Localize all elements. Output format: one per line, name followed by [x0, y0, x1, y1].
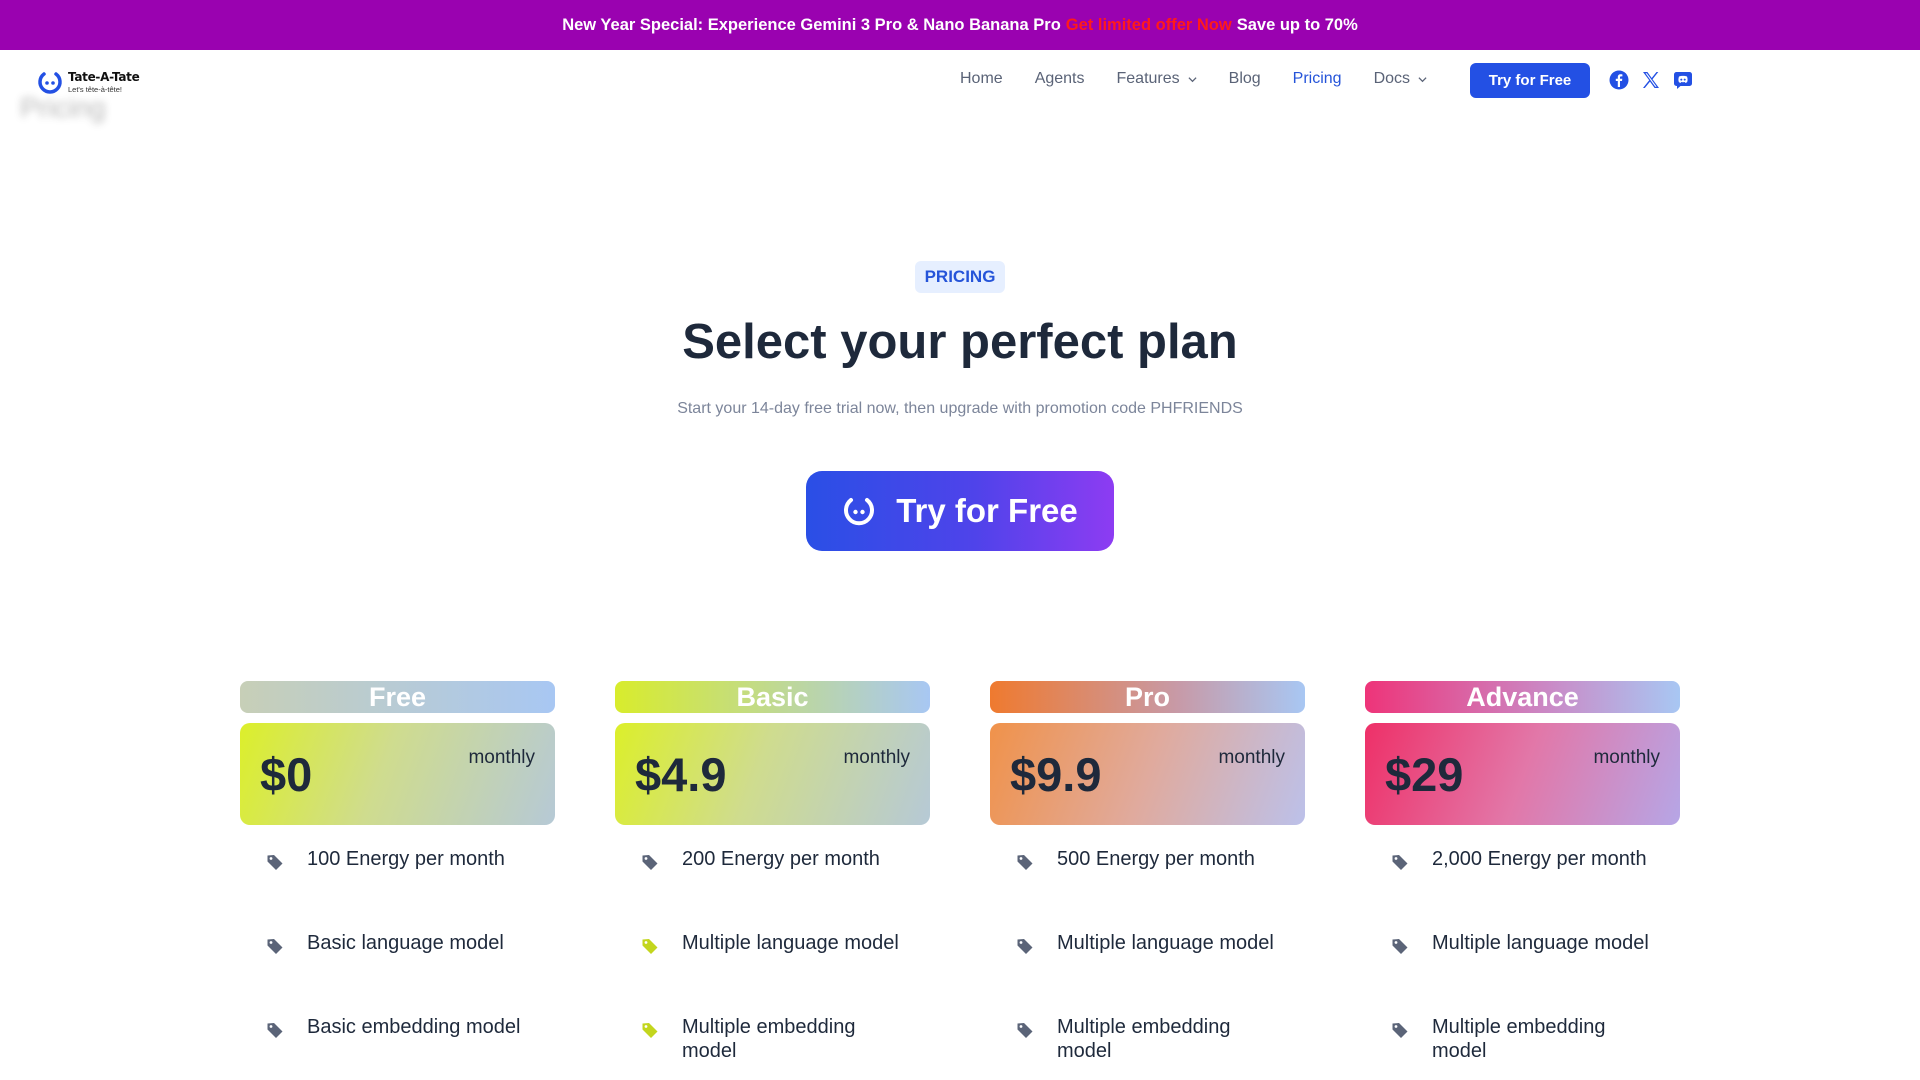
feature-item: Multiple language model [990, 921, 1305, 1005]
discord-icon[interactable] [1673, 70, 1693, 90]
nav-label: Blog [1228, 70, 1261, 87]
plan-card-free: Free $0 monthly 100 Energy per month Bas… [240, 681, 555, 1080]
header-try-free-button[interactable]: Try for Free [1470, 63, 1590, 98]
plan-name: Basic [615, 681, 930, 713]
plan-features: 2,000 Energy per month Multiple language… [1365, 837, 1680, 1080]
promo-offer-link[interactable]: Get limited offer Now [1066, 16, 1232, 35]
feature-text: Multiple language model [1432, 932, 1649, 954]
plan-name: Pro [990, 681, 1305, 713]
feature-item: Basic language model [240, 921, 555, 1005]
plan-period: monthly [468, 747, 535, 768]
feature-item: Multiple language model [615, 921, 930, 1005]
chevron-down-icon [1188, 76, 1197, 82]
plan-period: monthly [1593, 747, 1660, 768]
nav-label: Pricing [1292, 70, 1342, 87]
feature-item: Multiple embedding model [1365, 1005, 1680, 1080]
promo-discount-text: Save up to 70% [1236, 15, 1358, 34]
chevron-down-icon [1418, 76, 1427, 82]
plan-price: $4.9 [635, 748, 727, 801]
feature-item: 500 Energy per month [990, 837, 1305, 921]
tag-icon [1017, 1023, 1033, 1038]
page-title: Select your perfect plan [682, 315, 1238, 369]
feature-text: Multiple embedding model [682, 1016, 856, 1062]
nav-item-pricing[interactable]: Pricing [1293, 70, 1342, 88]
feature-item: Multiple language model [1365, 921, 1680, 1005]
main-nav: Home Agents Features Blog Pricing Docs [960, 70, 1459, 88]
plan-price-box: $9.9 monthly [990, 723, 1305, 825]
x-icon[interactable] [1641, 70, 1661, 90]
plan-card-basic: Basic $4.9 monthly 200 Energy per month … [615, 681, 930, 1080]
tag-icon [267, 855, 283, 870]
tag-icon [642, 1023, 658, 1038]
feature-text: Multiple language model [1057, 932, 1274, 954]
feature-text: 500 Energy per month [1057, 848, 1255, 870]
plan-name: Advance [1365, 681, 1680, 713]
pricing-badge: PRICING [915, 261, 1005, 293]
ghost-page-title: Pricing [20, 92, 106, 123]
tag-icon [642, 939, 658, 954]
feature-item: Multiple embedding model [615, 1005, 930, 1080]
nav-label: Docs [1373, 70, 1411, 87]
tag-icon [1392, 1023, 1408, 1038]
plan-price: $0 [260, 748, 313, 801]
plan-features: 100 Energy per month Basic language mode… [240, 837, 555, 1080]
plan-period: monthly [843, 747, 910, 768]
feature-item: 100 Energy per month [240, 837, 555, 921]
tag-icon [1017, 939, 1033, 954]
plan-features: 500 Energy per month Multiple language m… [990, 837, 1305, 1080]
nav-label: Home [960, 70, 1003, 87]
tag-icon [1392, 939, 1408, 954]
feature-text: 100 Energy per month [307, 848, 505, 870]
feature-text: 200 Energy per month [682, 848, 880, 870]
brand-name: Tate-A-Tate [68, 69, 140, 84]
promo-text: New Year Special: Experience Gemini 3 Pr… [562, 15, 1061, 34]
feature-text: Basic embedding model [307, 1016, 521, 1038]
feature-item: Multiple embedding model [990, 1005, 1305, 1080]
feature-text: 2,000 Energy per month [1432, 848, 1647, 870]
nav-item-home[interactable]: Home [960, 70, 1003, 88]
nav-item-agents[interactable]: Agents [1035, 70, 1085, 88]
tag-icon [267, 1023, 283, 1038]
feature-text: Multiple embedding model [1432, 1016, 1606, 1062]
feature-text: Multiple language model [682, 932, 899, 954]
logo-face-icon [844, 498, 875, 526]
nav-item-blog[interactable]: Blog [1229, 70, 1261, 88]
tag-icon [267, 939, 283, 954]
page-subtitle: Start your 14-day free trial now, then u… [677, 400, 1243, 417]
plan-price: $29 [1385, 748, 1464, 801]
tag-icon [1017, 855, 1033, 870]
plan-period: monthly [1218, 747, 1285, 768]
promo-banner: New Year Special: Experience Gemini 3 Pr… [0, 0, 1920, 50]
feature-item: 2,000 Energy per month [1365, 837, 1680, 921]
tag-icon [642, 855, 658, 870]
plan-card-advance: Advance $29 monthly 2,000 Energy per mon… [1365, 681, 1680, 1080]
nav-item-features[interactable]: Features [1117, 70, 1197, 88]
plan-features: 200 Energy per month Multiple language m… [615, 837, 930, 1080]
feature-text: Multiple embedding model [1057, 1016, 1231, 1062]
tag-icon [1392, 855, 1408, 870]
plan-price: $9.9 [1010, 748, 1102, 801]
plan-price-box: $0 monthly [240, 723, 555, 825]
plan-name: Free [240, 681, 555, 713]
plan-price-box: $4.9 monthly [615, 723, 930, 825]
feature-item: Basic embedding model [240, 1005, 555, 1080]
feature-text: Basic language model [307, 932, 504, 954]
plan-price-box: $29 monthly [1365, 723, 1680, 825]
try-for-free-label: Try for Free [896, 492, 1078, 529]
nav-item-docs[interactable]: Docs [1374, 70, 1427, 88]
nav-label: Agents [1034, 70, 1085, 87]
facebook-icon[interactable] [1609, 70, 1629, 90]
nav-label: Features [1116, 70, 1180, 87]
try-for-free-button[interactable]: Try for Free [806, 471, 1114, 551]
feature-item: 200 Energy per month [615, 837, 930, 921]
plan-card-pro: Pro $9.9 monthly 500 Energy per month Mu… [990, 681, 1305, 1080]
